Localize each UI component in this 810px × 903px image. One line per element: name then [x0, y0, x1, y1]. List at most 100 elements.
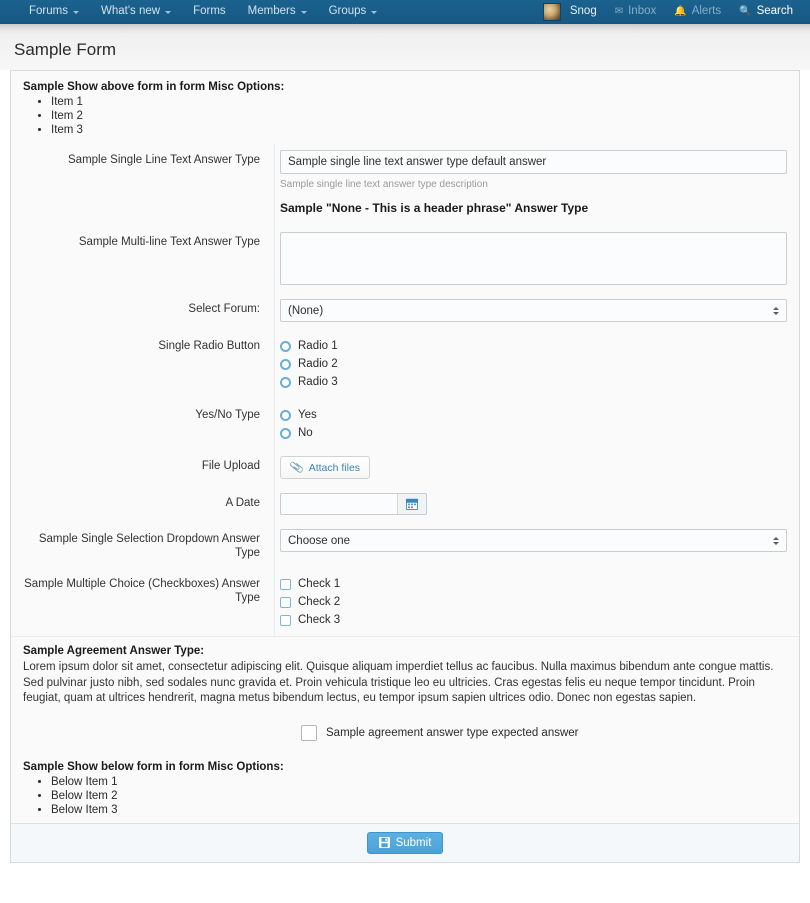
misc-options-above: Sample Show above form in form Misc Opti… [11, 71, 799, 143]
single-selection-dropdown[interactable]: Choose one [280, 529, 787, 552]
checkbox-icon[interactable] [280, 614, 291, 626]
calendar-icon [406, 498, 418, 510]
field-control: Sample "None - This is a header phrase" … [274, 201, 787, 215]
field-control [274, 232, 787, 285]
multi-line-text-input[interactable] [280, 232, 787, 285]
list-item: Item 1 [51, 95, 787, 109]
nav-item-groups[interactable]: Groups [318, 0, 389, 23]
field-label: Select Forum: [188, 303, 260, 315]
field-label: Sample Multi-line Text Answer Type [78, 236, 260, 248]
radio-option-label: Radio 2 [298, 358, 338, 370]
field-control: Yes No [274, 405, 787, 442]
form-row-date: A Date [11, 486, 799, 522]
radio-option-2[interactable]: Radio 2 [280, 355, 787, 373]
select-forum-value: (None) [288, 304, 324, 317]
radio-icon[interactable] [280, 376, 291, 388]
radio-option-3[interactable]: Radio 3 [280, 373, 787, 391]
page-title: Sample Form [14, 40, 117, 59]
field-label: Single Radio Button [158, 340, 260, 352]
list-item: Item 3 [51, 123, 787, 137]
form-panel: Sample Show above form in form Misc Opti… [10, 70, 800, 823]
nav-item-alerts[interactable]: 🔔 Alerts [665, 0, 730, 23]
form-row-single-radio: Single Radio Button Radio 1 Radio 2 Radi… [11, 329, 799, 398]
agreement-confirm-row[interactable]: Sample agreement answer type expected an… [23, 707, 787, 747]
nav-item-forums[interactable]: Forums [18, 0, 90, 23]
agreement-checkbox-icon[interactable] [301, 724, 317, 741]
radio-option-label: Radio 1 [298, 340, 338, 352]
radio-icon[interactable] [280, 340, 291, 352]
list-item: Below Item 2 [51, 789, 787, 803]
form-rows: Sample Single Line Text Answer Type Samp… [11, 143, 799, 636]
misc-options-below: Sample Show below form in form Misc Opti… [11, 750, 799, 823]
checkbox-option-label: Check 3 [298, 614, 341, 626]
field-control: (None) [274, 299, 787, 322]
nav-item-inbox[interactable]: ✉ Inbox [606, 0, 666, 23]
page-title-bar: Sample Form [0, 34, 810, 70]
nav-item-label: Members [247, 5, 296, 17]
list-item: Below Item 3 [51, 803, 787, 817]
select-updown-icon [773, 536, 779, 545]
checkbox-option-3[interactable]: Check 3 [280, 611, 787, 629]
yesno-option-label: No [298, 427, 313, 439]
nav-item-search[interactable]: 🔍 Search [730, 0, 802, 23]
form-row-dropdown: Sample Single Selection Dropdown Answer … [11, 522, 799, 567]
submit-button[interactable]: Submit [366, 831, 444, 854]
radio-icon[interactable] [280, 427, 291, 439]
submit-button-label: Submit [395, 836, 432, 849]
field-description: Sample single line text answer type desc… [280, 179, 488, 190]
nav-item-members[interactable]: Members [237, 0, 318, 23]
checkbox-icon[interactable] [280, 596, 291, 608]
yesno-option-no[interactable]: No [280, 424, 787, 442]
date-picker-button[interactable] [397, 494, 426, 514]
field-control: Radio 1 Radio 2 Radio 3 [274, 336, 787, 391]
attach-files-button[interactable]: 📎 Attach files [280, 456, 371, 479]
field-label: File Upload [201, 460, 260, 472]
nav-item-label: Alerts [691, 5, 722, 17]
nav-item-label: Groups [328, 5, 367, 17]
date-input[interactable] [281, 494, 397, 514]
dropdown-value: Choose one [288, 534, 351, 547]
field-label: Yes/No Type [195, 409, 260, 421]
single-line-text-input[interactable] [280, 150, 787, 174]
nav-item-whats-new[interactable]: What's new [90, 0, 182, 23]
nav-item-label: Forms [193, 5, 226, 17]
chevron-down-icon [165, 11, 172, 14]
checkbox-icon[interactable] [280, 578, 291, 590]
checkbox-option-1[interactable]: Check 1 [280, 575, 787, 593]
submit-bar: Submit [10, 822, 800, 863]
select-forum-dropdown[interactable]: (None) [280, 299, 787, 322]
list-item: Item 2 [51, 109, 787, 123]
checkbox-option-2[interactable]: Check 2 [280, 593, 787, 611]
field-label: Sample Single Selection Dropdown Answer … [38, 533, 260, 559]
misc-above-title: Sample Show above form in form Misc Opti… [23, 81, 285, 93]
form-row-yes-no: Yes/No Type Yes No [11, 398, 799, 449]
form-row-checkboxes: Sample Multiple Choice (Checkboxes) Answ… [11, 567, 799, 636]
form-row-single-line-text: Sample Single Line Text Answer Type Samp… [11, 143, 799, 197]
nav-item-forms[interactable]: Forms [182, 0, 237, 23]
form-row-multi-line-text: Sample Multi-line Text Answer Type [11, 225, 799, 292]
save-icon [378, 837, 390, 848]
chevron-down-icon [72, 11, 79, 14]
nav-left-group: Forums What's new Forms Members Groups [18, 0, 388, 23]
field-control [274, 493, 787, 515]
chevron-down-icon [300, 11, 307, 14]
form-row-file-upload: File Upload 📎 Attach files [11, 449, 799, 486]
yesno-option-yes[interactable]: Yes [280, 406, 787, 424]
checkbox-option-label: Check 2 [298, 596, 341, 608]
nav-right-group: Snog ✉ Inbox 🔔 Alerts 🔍 Search [534, 0, 802, 23]
field-control: Choose one [274, 529, 787, 552]
page-top-strip [0, 23, 810, 34]
misc-below-title: Sample Show below form in form Misc Opti… [23, 760, 284, 773]
radio-option-1[interactable]: Radio 1 [280, 337, 787, 355]
radio-option-label: Radio 3 [298, 376, 338, 388]
agreement-confirm-label: Sample agreement answer type expected an… [326, 726, 579, 739]
field-control: Sample single line text answer type desc… [274, 150, 787, 190]
field-label: Sample Multiple Choice (Checkboxes) Answ… [24, 578, 260, 604]
nav-item-account[interactable]: Snog [534, 0, 606, 23]
misc-above-list: Item 1 Item 2 Item 3 [23, 95, 787, 137]
radio-icon[interactable] [280, 409, 291, 421]
radio-icon[interactable] [280, 358, 291, 370]
misc-below-list: Below Item 1 Below Item 2 Below Item 3 [23, 775, 787, 817]
list-item: Below Item 1 [51, 775, 787, 789]
agreement-text: Lorem ipsum dolor sit amet, consectetur … [23, 661, 774, 704]
